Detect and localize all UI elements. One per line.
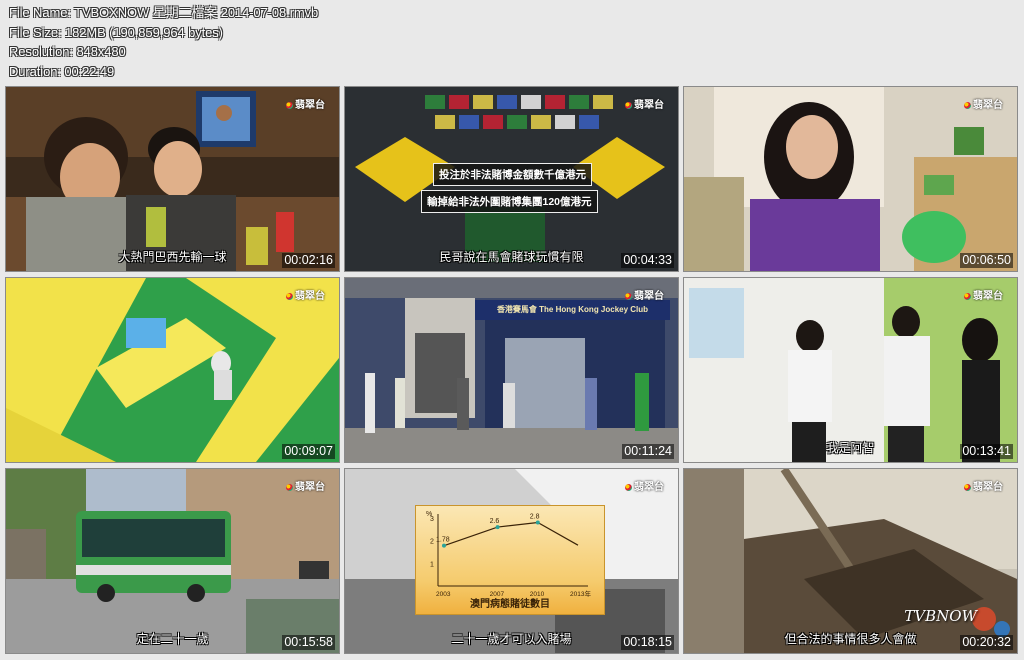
data-point [535,520,540,525]
jockey-club-signboard: 香港賽馬會 The Hong Kong Jockey Club [475,300,670,320]
thumbnail-6[interactable]: 翡翠台 我是阿智 00:13:41 [683,277,1018,463]
channel-logo: 翡翠台 [286,96,325,111]
bar-scene [6,87,339,271]
channel-logo: 翡翠台 [964,96,1003,111]
tvbnow-watermark: TVBNOW [904,607,977,625]
tvb-logo-icon [286,484,293,491]
file-info: File Name: TVBOXNOW 星期二檔案 2014-07-08.rmv… [9,3,318,81]
street-bus-scene [6,469,339,653]
timestamp: 00:02:16 [282,253,335,268]
stage-scene [684,278,1017,462]
thumbnail-4[interactable]: 翡翠台 00:09:07 [5,277,340,463]
channel-logo: 翡翠台 [286,478,325,493]
caption-2: 輸掉給非法外圍賭博集團120億港元 [421,190,598,213]
tvb-logo-icon [964,293,971,300]
duration: Duration: 00:22:49 [9,63,115,79]
tvb-logo-icon [286,102,293,109]
thumbnail-1[interactable]: 翡翠台 大熱門巴西先輸一球 00:02:16 [5,86,340,272]
timestamp: 00:13:41 [960,444,1013,459]
data-label: 2.6 [490,518,500,525]
timestamp: 00:15:58 [282,635,335,650]
channel-logo: 翡翠台 [286,287,325,302]
channel-logo: 翡翠台 [964,287,1003,302]
inflatable-maze-scene [6,278,339,462]
chart-title: 澳門病態賭徒數目 [470,599,550,610]
channel-logo: 翡翠台 [625,478,664,493]
data-point [442,543,446,548]
thumbnail-3[interactable]: 翡翠台 00:06:50 [683,86,1018,272]
thumbnail-5[interactable]: 香港賽馬會 The Hong Kong Jockey Club 翡翠台 00:1… [344,277,679,463]
y-tick-label: 1 [430,561,434,568]
tvb-logo-icon [625,102,632,109]
channel-logo: 翡翠台 [625,287,664,302]
ruins-scene [684,469,1017,653]
resolution: Resolution: 848x480 [9,44,126,59]
timestamp: 00:09:07 [282,444,335,459]
file-size: File Size: 182MB (190,859,964 bytes) [9,24,223,40]
timestamp: 00:18:15 [621,635,674,650]
timestamp: 00:04:33 [621,253,674,268]
channel-logo: 翡翠台 [625,96,664,111]
y-tick-label: 2 [430,539,434,546]
caption-1: 投注於非法賭博金額數千億港元 [433,163,592,186]
tvb-logo-icon [625,293,632,300]
timestamp: 00:11:24 [622,444,674,459]
thumbnail-9[interactable]: TVBNOW 翡翠台 但合法的事情很多人會做 00:20:32 [683,468,1018,654]
tvb-logo-icon [964,102,971,109]
thumbnail-8[interactable]: % 1 2 3 2003 2007 2010 2013年 1.78 2.6 2.8 澳門病態賭徒數目… [344,468,679,654]
tvb-logo-icon [625,484,632,491]
interview-scene [684,87,1017,271]
file-name: File Name: TVBOXNOW 星期二檔案 2014-07-08.rmv… [9,5,319,20]
data-label: 1.78 [436,537,450,544]
thumbnail-7[interactable]: 翡翠台 定在二十一歲 00:15:58 [5,468,340,654]
y-tick-label: 3 [430,516,434,523]
thumbnail-2[interactable]: 投注於非法賭博金額數千億港元 輸掉給非法外圍賭博集團120億港元 翡翠台 民哥說… [344,86,679,272]
data-point [495,525,500,530]
series-line [443,521,579,547]
tvb-logo-icon [964,484,971,491]
tvb-logo-icon [286,293,293,300]
data-label: 2.8 [530,514,540,521]
timestamp: 00:20:32 [960,635,1013,650]
timestamp: 00:06:50 [960,253,1013,268]
chart-card: % 1 2 3 2003 2007 2010 2013年 1.78 2.6 2.8 澳門病態賭徒數目 [415,505,605,615]
channel-logo: 翡翠台 [964,478,1003,493]
